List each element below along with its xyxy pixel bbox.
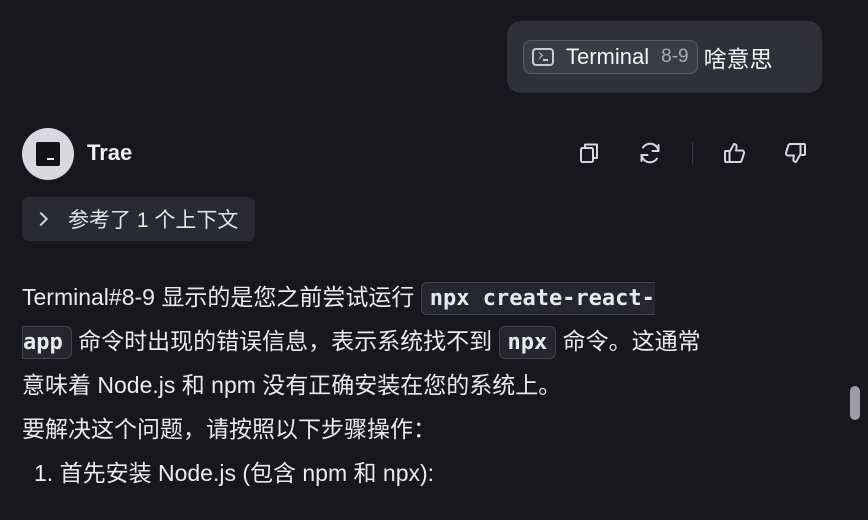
chevron-right-icon (33, 211, 49, 227)
body-text: 命令时出现的错误信息，表示系统找不到 (71, 328, 499, 354)
inline-code-npx: npx (498, 326, 557, 359)
scrollbar-thumb[interactable] (850, 386, 860, 420)
like-button[interactable] (718, 136, 752, 170)
body-line-3: 意味着 Node.js 和 npm 没有正确安装在您的系统上。 (22, 372, 562, 398)
regenerate-button[interactable] (633, 136, 667, 170)
terminal-icon (532, 48, 554, 66)
context-chip-range: 8-9 (661, 46, 689, 67)
dislike-button[interactable] (778, 136, 812, 170)
refresh-icon (640, 142, 660, 164)
body-text: Terminal#8-9 显示的是您之前尝试运行 (22, 284, 421, 310)
context-references-toggle[interactable]: 参考了 1 个上下文 (22, 197, 255, 241)
inline-code: app (22, 326, 72, 359)
copy-icon (580, 143, 598, 163)
body-line-4: 要解决这个问题，请按照以下步骤操作： (22, 416, 436, 442)
user-message-text: 啥意思 (703, 46, 773, 72)
assistant-avatar (22, 128, 74, 180)
trae-logo-icon (36, 142, 60, 166)
user-message-bubble: Terminal 8-9 啥意思 (507, 21, 822, 93)
body-line-1: Terminal#8-9 显示的是您之前尝试运行 npx create-reac… (22, 275, 822, 319)
assistant-name: Trae (87, 140, 133, 165)
body-line-2: app 命令时出现的错误信息，表示系统找不到 npx 命令。这通常 (22, 319, 822, 363)
thumbs-up-icon (724, 143, 746, 163)
copy-button[interactable] (572, 136, 606, 170)
thumbs-down-icon (784, 143, 806, 163)
list-item: 1. 首先安装 Node.js (包含 npm 和 npx): (34, 460, 435, 486)
references-label: 参考了 1 个上下文 (68, 209, 239, 232)
assistant-message-body: Terminal#8-9 显示的是您之前尝试运行 npx create-reac… (22, 275, 822, 495)
context-chip-label: Terminal (566, 44, 650, 69)
chat-panel: Terminal 8-9 啥意思 Trae 参考了 1 个上下文 Termina… (0, 0, 868, 520)
inline-code: npx create-react- (420, 282, 655, 315)
body-text: 命令。这通常 (556, 328, 701, 354)
terminal-context-chip[interactable]: Terminal 8-9 (523, 40, 698, 74)
actions-divider (692, 142, 693, 164)
